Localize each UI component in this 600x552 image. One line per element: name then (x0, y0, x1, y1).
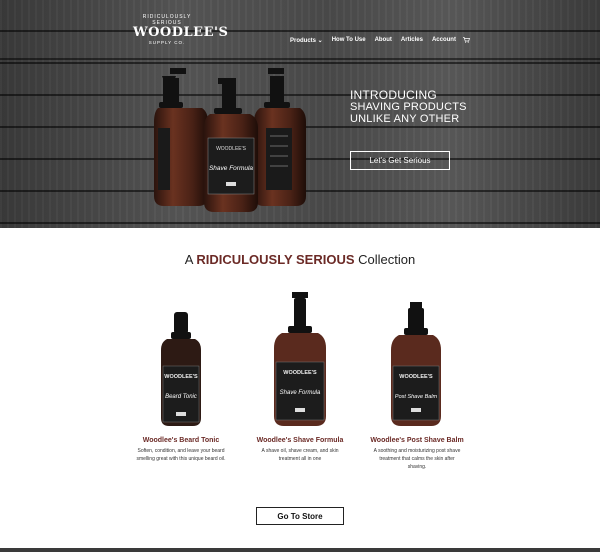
product-description-line: A shave oil, shave cream, and skin (261, 448, 339, 454)
collection-title-emphasis: RIDICULOUSLY SERIOUS (196, 252, 355, 267)
hero-headline: INTRODUCING SHAVING PRODUCTS UNLIKE ANY … (350, 89, 467, 125)
hero-line-2: SHAVING PRODUCTS (350, 101, 467, 113)
site-logo[interactable]: RIDICULOUSLY SERIOUS WOODLEE'S SUPPLY CO… (133, 14, 229, 45)
product-description-line: shaving. (407, 464, 427, 470)
hero-banner: RIDICULOUSLY SERIOUS WOODLEE'S SUPPLY CO… (0, 0, 600, 228)
nav-products[interactable]: Products ⌄ (290, 37, 323, 45)
product-description-line: Soften, condition, and leave your beard (137, 448, 225, 454)
shopping-cart-icon[interactable] (462, 37, 470, 45)
collection-title-suffix: Collection (358, 252, 416, 267)
hero-bottle-label: Shave Formula (209, 165, 253, 172)
hero-line-3: UNLIKE ANY OTHER (350, 113, 460, 125)
shave-formula-bottle-image: WOODLEE'S Shave Formula (274, 292, 326, 426)
beard-tonic-label: Beard Tonic (165, 394, 197, 400)
svg-text:WOODLEE'S: WOODLEE'S (283, 370, 317, 376)
post-shave-balm-label: Post Shave Balm (395, 394, 438, 400)
product-description: A soothing and moisturizing post shave t… (357, 447, 477, 471)
hero-product-bottles: WOODLEE'S Shave Formula (154, 68, 306, 212)
post-shave-balm-bottle-image: WOODLEE'S Post Shave Balm (391, 302, 441, 426)
logo-brand: WOODLEE'S (133, 25, 229, 40)
product-description: A shave oil, shave cream, and skin treat… (240, 447, 360, 463)
shave-formula-label: Shave Formula (280, 390, 321, 396)
product-name[interactable]: Woodlee's Beard Tonic (121, 437, 241, 444)
product-description-line: smelling great with this unique beard oi… (136, 456, 226, 462)
svg-text:WOODLEE'S: WOODLEE'S (399, 374, 433, 380)
product-description-line: treatment that calms the skin after (379, 456, 455, 462)
main-nav: Products ⌄ How To Use About Articles Acc… (290, 37, 479, 45)
beard-tonic-bottle-image: WOODLEE'S Beard Tonic (161, 312, 201, 426)
wood-seam (0, 58, 600, 60)
nav-articles[interactable]: Articles (401, 37, 423, 45)
lets-get-serious-button[interactable]: Let's Get Serious (350, 151, 450, 170)
footer-divider (0, 548, 600, 552)
collection-title: A RIDICULOUSLY SERIOUS Collection (0, 252, 600, 267)
hero-line-1: INTRODUCING (350, 88, 437, 102)
go-to-store-button[interactable]: Go To Store (256, 507, 344, 525)
product-card-post-shave-balm[interactable]: WOODLEE'S Post Shave Balm Woodlee's Post… (357, 302, 477, 471)
product-card-shave-formula[interactable]: WOODLEE'S Shave Formula Woodlee's Shave … (240, 292, 360, 463)
product-name[interactable]: Woodlee's Shave Formula (240, 437, 360, 444)
product-description-line: treatment all in one (278, 456, 322, 462)
product-description-line: A soothing and moisturizing post shave (373, 448, 461, 454)
nav-about[interactable]: About (375, 37, 392, 45)
nav-account[interactable]: Account (432, 37, 456, 45)
product-card-beard-tonic[interactable]: WOODLEE'S Beard Tonic Woodlee's Beard To… (121, 312, 241, 463)
product-name[interactable]: Woodlee's Post Shave Balm (357, 437, 477, 444)
logo-subtitle: SUPPLY CO. (148, 40, 186, 45)
svg-text:WOODLEE'S: WOODLEE'S (164, 374, 198, 380)
product-description: Soften, condition, and leave your beard … (121, 447, 241, 463)
nav-how-to-use[interactable]: How To Use (332, 37, 366, 45)
collection-title-prefix: A (184, 252, 193, 267)
svg-text:WOODLEE'S: WOODLEE'S (216, 146, 247, 152)
